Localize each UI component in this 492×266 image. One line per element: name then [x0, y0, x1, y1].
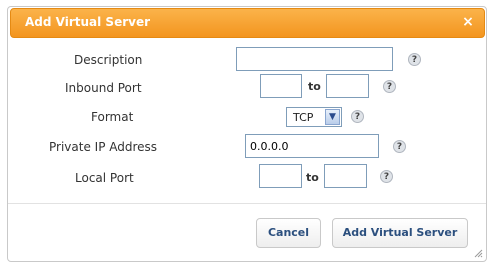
local-port-from-input[interactable] — [259, 164, 302, 188]
footer-divider — [8, 203, 486, 204]
chevron-down-icon[interactable]: ▼ — [325, 109, 340, 125]
description-label: Description — [74, 53, 143, 67]
dialog-title: Add Virtual Server — [25, 15, 150, 29]
format-selected-value: TCP — [293, 111, 314, 124]
add-virtual-server-dialog: Add Virtual Server × Description ? Inbou… — [7, 6, 487, 262]
resize-grip-icon[interactable] — [473, 248, 483, 258]
cancel-button[interactable]: Cancel — [256, 218, 321, 248]
add-virtual-server-button[interactable]: Add Virtual Server — [332, 218, 468, 248]
inbound-port-to-input[interactable] — [326, 74, 369, 98]
description-input[interactable] — [236, 47, 393, 71]
inbound-port-label: Inbound Port — [65, 81, 142, 95]
inbound-port-help-icon[interactable]: ? — [383, 80, 396, 93]
format-help-icon[interactable]: ? — [351, 110, 364, 123]
format-label: Format — [91, 110, 134, 124]
description-help-icon[interactable]: ? — [408, 53, 421, 66]
close-icon[interactable]: × — [460, 14, 476, 30]
dialog-titlebar[interactable]: Add Virtual Server × — [10, 8, 485, 38]
inbound-port-from-input[interactable] — [260, 74, 302, 98]
private-ip-label: Private IP Address — [49, 140, 158, 154]
private-ip-input[interactable] — [245, 134, 379, 158]
local-port-to-label: to — [306, 171, 319, 184]
inbound-port-to-label: to — [308, 80, 321, 93]
local-port-label: Local Port — [75, 171, 134, 185]
local-port-to-input[interactable] — [324, 164, 367, 188]
private-ip-help-icon[interactable]: ? — [393, 140, 406, 153]
local-port-help-icon[interactable]: ? — [380, 170, 393, 183]
format-select[interactable]: TCP ▼ — [286, 107, 342, 127]
